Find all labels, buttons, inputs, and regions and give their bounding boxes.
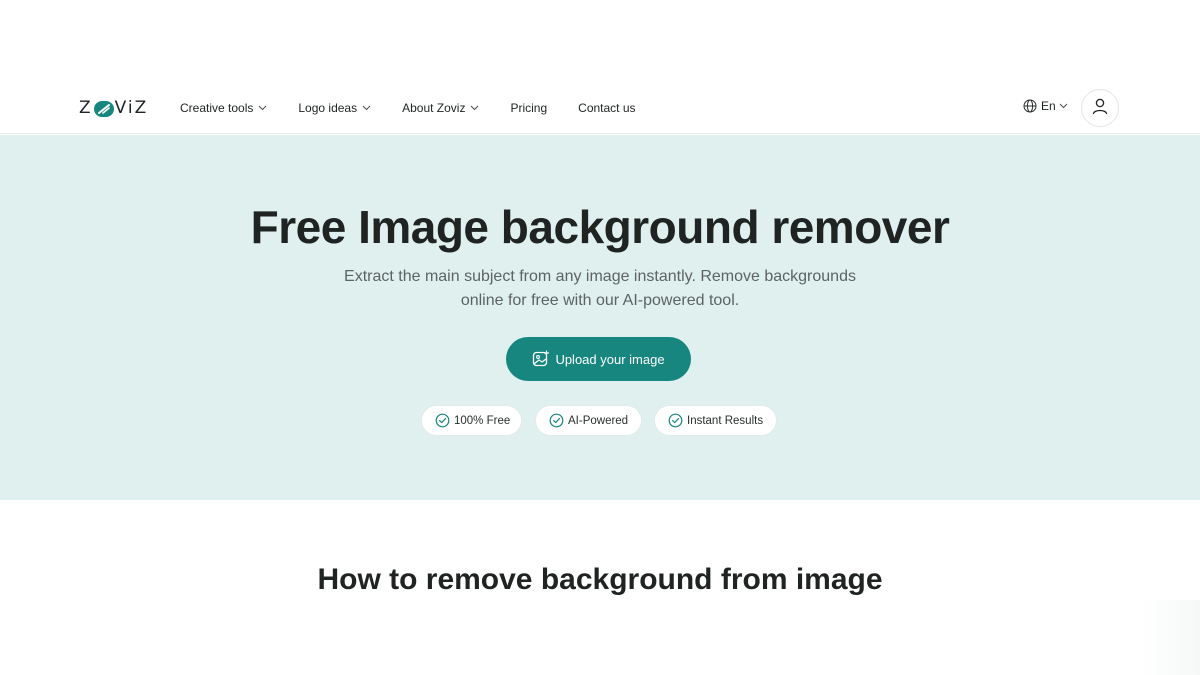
badge-label: Instant Results	[687, 414, 764, 427]
main-nav: Creative tools Logo ideas About Zoviz Pr…	[180, 82, 667, 134]
image-upload-icon	[532, 350, 550, 368]
logo-mark-icon	[93, 101, 114, 117]
check-circle-icon	[435, 413, 450, 428]
nav-label: Logo ideas	[298, 101, 358, 115]
nav-creative-tools[interactable]: Creative tools	[180, 101, 267, 115]
upload-button-label: Upload your image	[555, 351, 665, 367]
badge-label: 100% Free	[454, 414, 511, 427]
nav-label: Contact us	[578, 101, 636, 115]
globe-icon	[1023, 99, 1037, 113]
badge-ai-powered: AI-Powered	[535, 405, 642, 436]
check-circle-icon	[668, 413, 683, 428]
user-account-button[interactable]	[1081, 89, 1119, 127]
chevron-down-icon	[362, 105, 371, 111]
check-circle-icon	[549, 413, 564, 428]
nav-logo-ideas[interactable]: Logo ideas	[298, 101, 371, 115]
chevron-down-icon	[470, 105, 479, 111]
nav-about-zoviz[interactable]: About Zoviz	[402, 101, 479, 115]
hero-subtitle-line-1: Extract the main subject from any image …	[344, 268, 856, 285]
user-icon	[1091, 97, 1109, 120]
upload-image-button[interactable]: Upload your image	[506, 337, 691, 381]
hero-subtitle-line-2: online for free with our AI-powered tool…	[460, 292, 740, 309]
badge-free: 100% Free	[421, 405, 522, 436]
hero-subtitle: Extract the main subject from any image …	[320, 265, 880, 313]
hero-title: Free Image background remover	[250, 201, 950, 253]
page-edge-shade	[1140, 600, 1200, 675]
hero-section: Free Image background remover Extract th…	[0, 135, 1200, 500]
language-selector[interactable]: En	[1023, 99, 1068, 113]
nav-pricing[interactable]: Pricing	[510, 101, 547, 115]
logo-text-left: Z	[79, 98, 93, 118]
logo-text-right: ViZ	[114, 98, 149, 118]
chevron-down-icon	[258, 105, 267, 111]
zoviz-logo[interactable]: Z ViZ	[79, 98, 148, 118]
badge-instant-results: Instant Results	[654, 405, 777, 436]
nav-label: Creative tools	[180, 101, 254, 115]
chevron-down-icon	[1059, 103, 1068, 109]
nav-label: Pricing	[510, 101, 548, 115]
nav-label: About Zoviz	[402, 101, 466, 115]
language-label: En	[1041, 99, 1056, 113]
badge-label: AI-Powered	[568, 414, 629, 427]
how-to-section-title: How to remove background from image	[317, 563, 883, 596]
site-header: Z ViZ Creative tools Logo ideas About Zo…	[0, 82, 1200, 134]
nav-contact-us[interactable]: Contact us	[578, 101, 635, 115]
